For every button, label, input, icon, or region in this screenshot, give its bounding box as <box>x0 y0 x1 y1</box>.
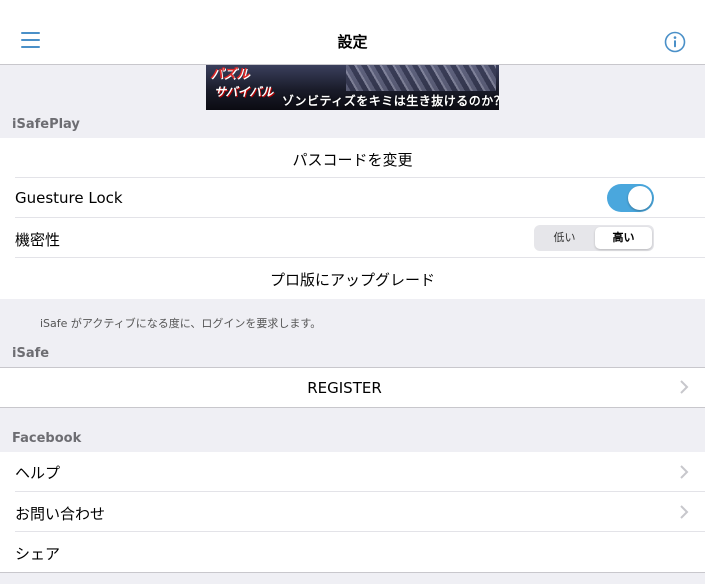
chevron-right-icon <box>680 465 689 479</box>
chevron-right-icon <box>680 380 689 394</box>
isafe-group: REGISTER <box>0 367 705 408</box>
share-label: シェア <box>15 545 61 563</box>
banner-artwork <box>346 65 496 91</box>
gesture-lock-row: Guesture Lock <box>0 178 705 218</box>
help-label: ヘルプ <box>15 464 61 482</box>
page-title: 設定 <box>337 33 368 51</box>
section-header-isafe: iSafe <box>12 346 50 361</box>
navigation-bar: 設定 <box>0 0 705 65</box>
contact-label: お問い合わせ <box>15 505 106 523</box>
banner-logo-subtitle: サバイバル <box>214 85 274 99</box>
secrecy-segmented-control[interactable]: 低い 高い <box>534 225 654 251</box>
isafeplay-footer-note: iSafe がアクティブになる度に、ログインを要求します。 <box>40 317 322 330</box>
secrecy-label: 機密性 <box>15 231 61 249</box>
register-label: REGISTER <box>307 379 382 397</box>
upgrade-row[interactable]: プロ版にアップグレード <box>0 258 705 299</box>
banner-logo: パズル <box>210 67 250 82</box>
chevron-right-icon <box>680 505 689 519</box>
secrecy-row: 機密性 低い 高い <box>0 218 705 258</box>
secrecy-option-high[interactable]: 高い <box>595 227 652 249</box>
gesture-lock-label: Guesture Lock <box>15 189 123 207</box>
contact-row[interactable]: お問い合わせ <box>0 492 705 532</box>
section-header-facebook: Facebook <box>12 431 82 446</box>
gesture-lock-toggle[interactable] <box>607 184 654 212</box>
isafeplay-group: パスコードを変更 Guesture Lock 機密性 低い 高い プロ版にアップ… <box>0 138 705 299</box>
help-row[interactable]: ヘルプ <box>0 452 705 492</box>
change-passcode-row[interactable]: パスコードを変更 <box>0 138 705 178</box>
ad-banner[interactable]: パズル サバイバル ゾンビティズをキミは生き抜けるのか？ <box>206 65 499 110</box>
change-passcode-label: パスコードを変更 <box>292 151 413 169</box>
share-row[interactable]: シェア <box>0 532 705 572</box>
upgrade-label: プロ版にアップグレード <box>269 271 435 289</box>
banner-tagline: ゾンビティズをキミは生き抜けるのか？ <box>282 94 499 108</box>
secrecy-option-low[interactable]: 低い <box>536 227 593 249</box>
info-icon[interactable] <box>664 31 686 53</box>
section-header-isafeplay: iSafePlay <box>12 117 80 132</box>
facebook-group: ヘルプ お問い合わせ シェア <box>0 452 705 573</box>
register-row[interactable]: REGISTER <box>0 368 705 407</box>
